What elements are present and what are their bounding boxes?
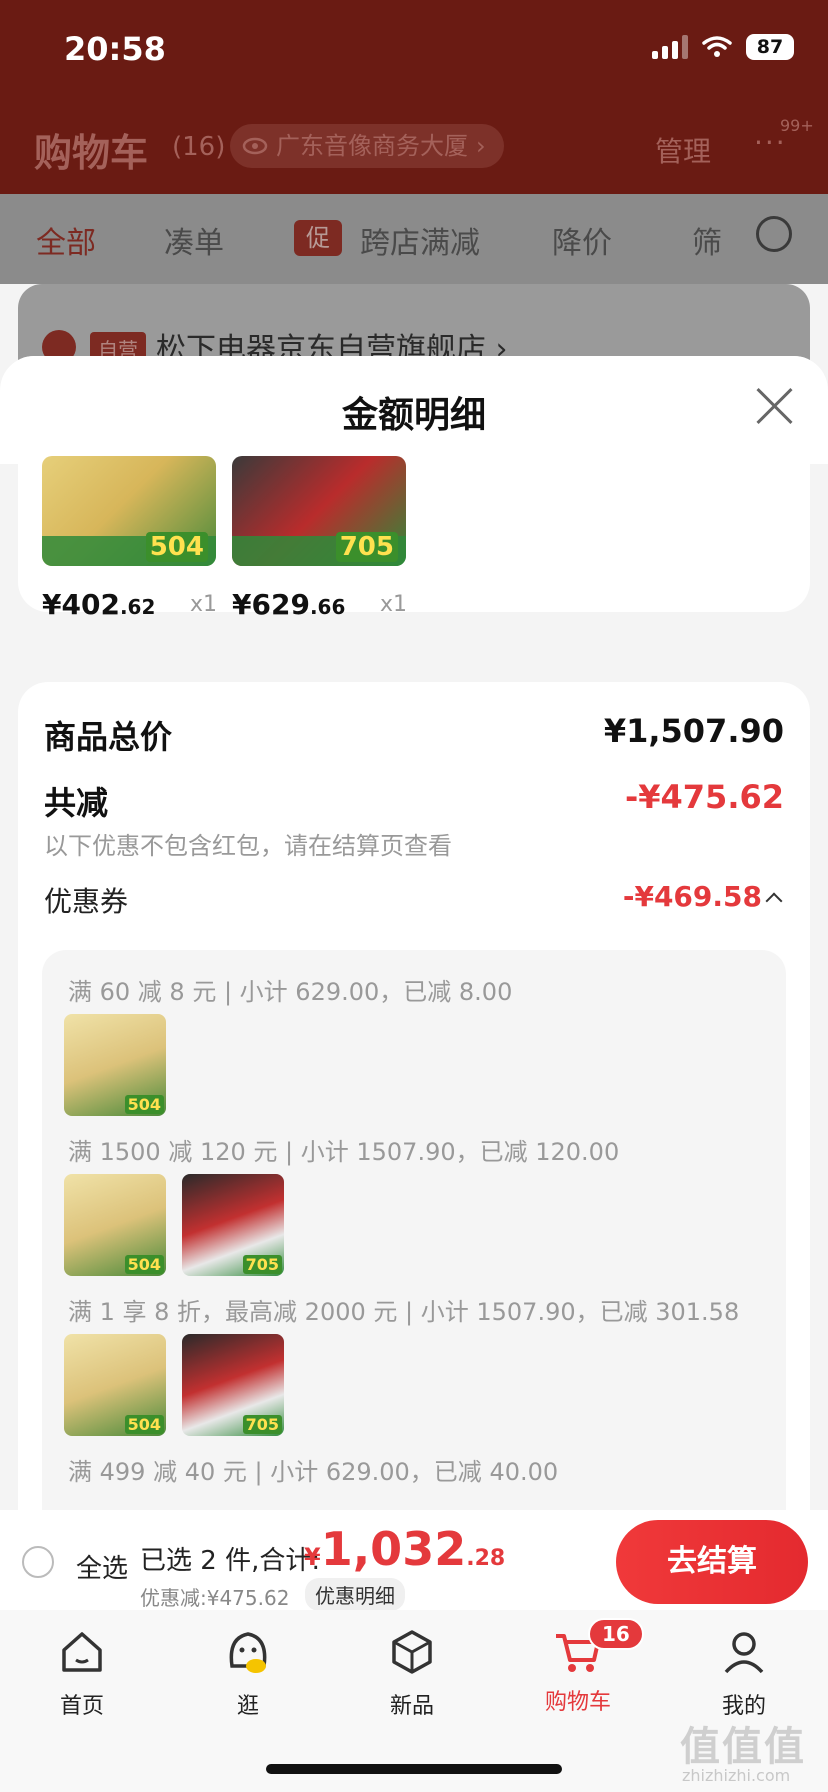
select-all-label[interactable]: 全选 — [76, 1548, 128, 1585]
status-time: 20:58 — [64, 30, 166, 68]
product-thumbnail: 705 — [182, 1334, 284, 1436]
coupon-rules-box: 满 60 减 8 元 | 小计 629.00，已减 8.00 504 满 150… — [42, 950, 786, 1511]
user-icon — [724, 1632, 764, 1674]
sheet-header: 金额明细 — [0, 356, 828, 464]
cart-count: (16) — [172, 132, 226, 162]
home-indicator — [266, 1764, 562, 1774]
tab-filter[interactable]: 筛 — [692, 218, 722, 262]
selected-summary: 已选 2 件,合计: — [140, 1546, 321, 1576]
tab-me[interactable]: 我的 — [684, 1626, 804, 1720]
manage-button[interactable]: 管理 — [655, 130, 711, 170]
discount-detail-link[interactable]: 优惠明细 — [305, 1578, 405, 1611]
search-icon[interactable] — [756, 216, 792, 252]
cart-filter-tabs: 全部 凑单 促 跨店满减 降价 筛 — [0, 194, 828, 284]
coupon-rule: 满 1 享 8 折，最高减 2000 元 | 小计 1507.90，已减 301… — [68, 1298, 740, 1326]
checkout-button[interactable]: 去结算 — [616, 1520, 808, 1604]
tab-new[interactable]: 新品 — [352, 1626, 472, 1720]
product-thumbnail: 504 — [64, 1174, 166, 1276]
price-breakdown-card: 商品总价 ¥1,507.90 共减 -¥475.62 以下优惠不包含红包，请在结… — [18, 682, 810, 1511]
discount-label: 共减 — [44, 784, 109, 822]
total-amount: ¥1,032.28 — [304, 1522, 506, 1576]
address-pill[interactable]: 广东音像商务大厦 › — [230, 124, 504, 168]
home-icon — [62, 1632, 102, 1672]
select-all-checkbox[interactable] — [22, 1546, 54, 1578]
price-badge: 504 — [145, 532, 208, 562]
watermark-url: zhizhizhi.com — [682, 1766, 791, 1785]
tab-cart[interactable]: 16 购物车 — [518, 1618, 644, 1716]
status-icons: 87 — [652, 34, 794, 60]
coupon-value: -¥469.58 — [622, 880, 762, 913]
box-icon — [392, 1630, 432, 1674]
coupon-toggle[interactable]: -¥469.58 — [622, 880, 783, 913]
promo-tag: 促 — [294, 220, 342, 256]
item-quantity: x1 — [380, 592, 408, 617]
chevron-up-icon — [765, 892, 783, 909]
discount-note: 以下优惠不包含红包，请在结算页查看 — [44, 832, 452, 860]
item-price: ¥402.62 — [42, 588, 156, 621]
wifi-icon — [702, 36, 732, 57]
watermark: 值值值 — [680, 1724, 806, 1770]
tab-all[interactable]: 全部 — [36, 218, 96, 262]
browse-mascot-icon — [229, 1632, 267, 1673]
item-quantity: x1 — [190, 592, 218, 617]
eye-icon — [242, 137, 268, 155]
coupon-rule: 满 60 减 8 元 | 小计 629.00，已减 8.00 — [68, 978, 513, 1006]
product-thumbnail: 705 — [182, 1174, 284, 1276]
tab-price-drop[interactable]: 降价 — [552, 218, 612, 262]
coupon-rule: 满 499 减 40 元 | 小计 629.00，已减 40.00 — [68, 1458, 559, 1486]
product-thumbnail[interactable]: 705 — [232, 456, 406, 566]
amount-detail-sheet: 金额明细 504 705 ¥402.62 x1 ¥629.66 x1 商品总价 … — [0, 356, 828, 1511]
product-thumbnail: 504 — [64, 1014, 166, 1116]
items-card: 504 705 ¥402.62 x1 ¥629.66 x1 — [18, 456, 810, 621]
price-badge: 705 — [335, 532, 398, 562]
tab-home[interactable]: 首页 — [22, 1626, 142, 1720]
cart-header: 购物车 (16) 广东音像商务大厦 › 管理 ··· 99+ — [0, 100, 828, 194]
status-bar: 20:58 87 — [0, 0, 828, 100]
address-text: 广东音像商务大厦 — [276, 132, 468, 160]
item-price: ¥629.66 — [232, 588, 346, 621]
message-badge: 99+ — [780, 116, 814, 135]
cart-page-background: 20:58 87 购物车 (16) 广东音像商务大厦 › 管理 ··· 99+ — [0, 0, 828, 404]
bottom-tab-bar: 首页 逛 新品 16 购物车 我的 值值值 zhizhizhi.com — [0, 1610, 828, 1792]
checkout-bar: 全选 已选 2 件,合计: ¥1,032.28 优惠减:¥475.62 优惠明细… — [0, 1510, 828, 1611]
tab-cross-store[interactable]: 跨店满减 — [360, 218, 480, 262]
signal-icon — [652, 35, 688, 59]
coupon-rule: 满 1500 减 120 元 | 小计 1507.90，已减 120.00 — [68, 1138, 620, 1166]
cart-title: 购物车 — [34, 131, 149, 175]
total-label: 商品总价 — [44, 718, 173, 756]
cart-badge: 16 — [588, 1618, 644, 1650]
close-icon[interactable] — [755, 386, 795, 426]
tab-browse[interactable]: 逛 — [188, 1626, 308, 1720]
sheet-title: 金额明细 — [341, 395, 486, 436]
chevron-right-icon: › — [476, 132, 486, 160]
product-thumbnail[interactable]: 504 — [42, 456, 216, 566]
discount-summary: 优惠减:¥475.62 — [140, 1586, 290, 1610]
discount-value: -¥475.62 — [624, 778, 784, 816]
tab-bundle[interactable]: 凑单 — [164, 218, 224, 262]
total-value: ¥1,507.90 — [603, 712, 784, 750]
battery-indicator: 87 — [746, 34, 794, 60]
product-thumbnail: 504 — [64, 1334, 166, 1436]
coupon-label: 优惠券 — [44, 885, 129, 918]
